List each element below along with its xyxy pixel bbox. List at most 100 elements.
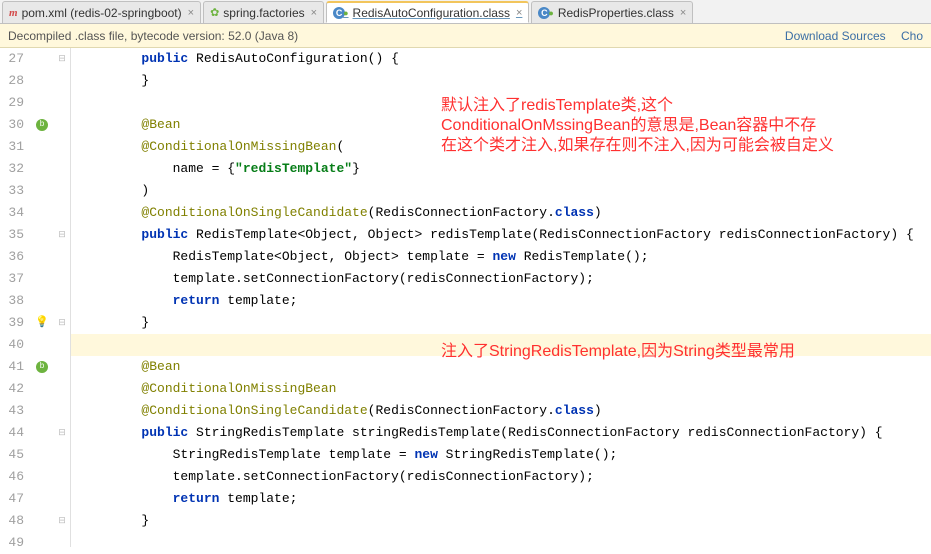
line-number: 27 xyxy=(0,48,30,70)
bean-gutter-icon[interactable]: b xyxy=(36,119,48,131)
intention-bulb-icon[interactable]: 💡 xyxy=(35,312,49,334)
code-line[interactable]: @Bean xyxy=(71,114,931,136)
code-line[interactable]: @ConditionalOnMissingBean xyxy=(71,378,931,400)
line-number: 39 xyxy=(0,312,30,334)
gutter-marker: 💡 xyxy=(30,312,54,334)
choose-sources-link[interactable]: Cho xyxy=(901,29,923,43)
tab-label: spring.factories xyxy=(223,6,304,20)
gutter-row: 44 ⊟ xyxy=(0,422,70,444)
code-line[interactable]: @Bean xyxy=(71,356,931,378)
code-line[interactable]: public StringRedisTemplate stringRedisTe… xyxy=(71,422,931,444)
fold-marker[interactable]: ⊟ xyxy=(54,422,70,444)
code-token: ) xyxy=(141,183,149,198)
code-line[interactable]: @ConditionalOnSingleCandidate(RedisConne… xyxy=(71,202,931,224)
gutter: 27⊟282930b3132333435⊟36373839💡⊟4041b4243… xyxy=(0,48,71,547)
line-number: 43 xyxy=(0,400,30,422)
line-number: 36 xyxy=(0,246,30,268)
code-area[interactable]: public RedisAutoConfiguration() { } @Bea… xyxy=(71,48,931,547)
code-token: template; xyxy=(219,491,297,506)
code-token: @ConditionalOnMissingBean xyxy=(141,139,336,154)
gutter-row: 40 xyxy=(0,334,70,356)
line-number: 31 xyxy=(0,136,30,158)
code-token: RedisTemplate<Object, Object> redisTempl… xyxy=(188,227,914,242)
code-line[interactable] xyxy=(71,532,931,554)
line-number: 32 xyxy=(0,158,30,180)
code-line[interactable]: RedisTemplate<Object, Object> template =… xyxy=(71,246,931,268)
code-line[interactable]: template.setConnectionFactory(redisConne… xyxy=(71,466,931,488)
code-token: (RedisConnectionFactory. xyxy=(368,403,555,418)
tab-redis-properties[interactable]: C● RedisProperties.class × xyxy=(531,1,693,23)
close-icon[interactable]: × xyxy=(188,7,194,19)
line-number: 35 xyxy=(0,224,30,246)
tab-spring-factories[interactable]: ✿ spring.factories × xyxy=(203,1,324,23)
gutter-marker: b xyxy=(30,119,54,131)
code-token: } xyxy=(141,513,149,528)
code-line[interactable]: name = {"redisTemplate"} xyxy=(71,158,931,180)
code-line[interactable]: return template; xyxy=(71,488,931,510)
code-token: ( xyxy=(336,139,344,154)
tab-label: RedisAutoConfiguration.class xyxy=(353,6,510,20)
fold-marker[interactable]: ⊟ xyxy=(54,510,70,532)
fold-marker[interactable]: ⊟ xyxy=(54,312,70,334)
close-icon[interactable]: × xyxy=(516,7,522,19)
code-token: template.setConnectionFactory(redisConne… xyxy=(173,469,594,484)
close-icon[interactable]: × xyxy=(680,7,686,19)
code-line[interactable] xyxy=(71,92,931,114)
decompiled-text: Decompiled .class file, bytecode version… xyxy=(8,29,298,43)
gutter-row: 35 ⊟ xyxy=(0,224,70,246)
code-token: new xyxy=(414,447,437,462)
code-token: @ConditionalOnSingleCandidate xyxy=(141,403,367,418)
close-icon[interactable]: × xyxy=(311,7,317,19)
gutter-row: 28 xyxy=(0,70,70,92)
code-token: ) xyxy=(594,205,602,220)
bean-gutter-icon[interactable]: b xyxy=(36,361,48,373)
gutter-row: 30 b xyxy=(0,114,70,136)
code-token: class xyxy=(555,403,594,418)
code-token: public xyxy=(141,51,188,66)
code-line[interactable]: public RedisTemplate<Object, Object> red… xyxy=(71,224,931,246)
line-number: 48 xyxy=(0,510,30,532)
code-line[interactable]: @ConditionalOnMissingBean( xyxy=(71,136,931,158)
code-line[interactable]: } xyxy=(71,70,931,92)
code-token: @Bean xyxy=(141,359,180,374)
line-number: 34 xyxy=(0,202,30,224)
code-line[interactable]: template.setConnectionFactory(redisConne… xyxy=(71,268,931,290)
maven-icon: m xyxy=(9,7,18,19)
code-token: (RedisConnectionFactory. xyxy=(368,205,555,220)
line-number: 41 xyxy=(0,356,30,378)
tab-label: pom.xml (redis-02-springboot) xyxy=(22,6,182,20)
gutter-row: 45 xyxy=(0,444,70,466)
gutter-row: 34 xyxy=(0,202,70,224)
code-line[interactable]: @ConditionalOnSingleCandidate(RedisConne… xyxy=(71,400,931,422)
code-line[interactable]: ) xyxy=(71,180,931,202)
gutter-row: 47 xyxy=(0,488,70,510)
code-line[interactable] xyxy=(71,334,931,356)
download-sources-link[interactable]: Download Sources xyxy=(785,29,886,43)
code-line[interactable]: public RedisAutoConfiguration() { xyxy=(71,48,931,70)
code-line[interactable]: return template; xyxy=(71,290,931,312)
line-number: 29 xyxy=(0,92,30,114)
fold-marker[interactable]: ⊟ xyxy=(54,224,70,246)
line-number: 44 xyxy=(0,422,30,444)
code-token: @ConditionalOnMissingBean xyxy=(141,381,336,396)
code-editor[interactable]: 27⊟282930b3132333435⊟36373839💡⊟4041b4243… xyxy=(0,48,931,547)
code-line[interactable]: } xyxy=(71,312,931,334)
code-token: StringRedisTemplate stringRedisTemplate(… xyxy=(188,425,882,440)
gutter-row: 27 ⊟ xyxy=(0,48,70,70)
line-number: 37 xyxy=(0,268,30,290)
code-token: StringRedisTemplate(); xyxy=(438,447,617,462)
tab-pom-xml[interactable]: m pom.xml (redis-02-springboot) × xyxy=(2,1,201,23)
code-token: ) xyxy=(594,403,602,418)
code-line[interactable]: StringRedisTemplate template = new Strin… xyxy=(71,444,931,466)
fold-marker[interactable]: ⊟ xyxy=(54,48,70,70)
gutter-row: 49 xyxy=(0,532,70,554)
line-number: 30 xyxy=(0,114,30,136)
tab-redis-auto-configuration[interactable]: C● RedisAutoConfiguration.class × xyxy=(326,1,529,23)
line-number: 28 xyxy=(0,70,30,92)
code-line[interactable]: } xyxy=(71,510,931,532)
gutter-row: 39💡⊟ xyxy=(0,312,70,334)
editor-tab-bar: m pom.xml (redis-02-springboot) × ✿ spri… xyxy=(0,0,931,24)
code-token: RedisTemplate(); xyxy=(516,249,649,264)
gutter-row: 43 xyxy=(0,400,70,422)
code-token: @Bean xyxy=(141,117,180,132)
